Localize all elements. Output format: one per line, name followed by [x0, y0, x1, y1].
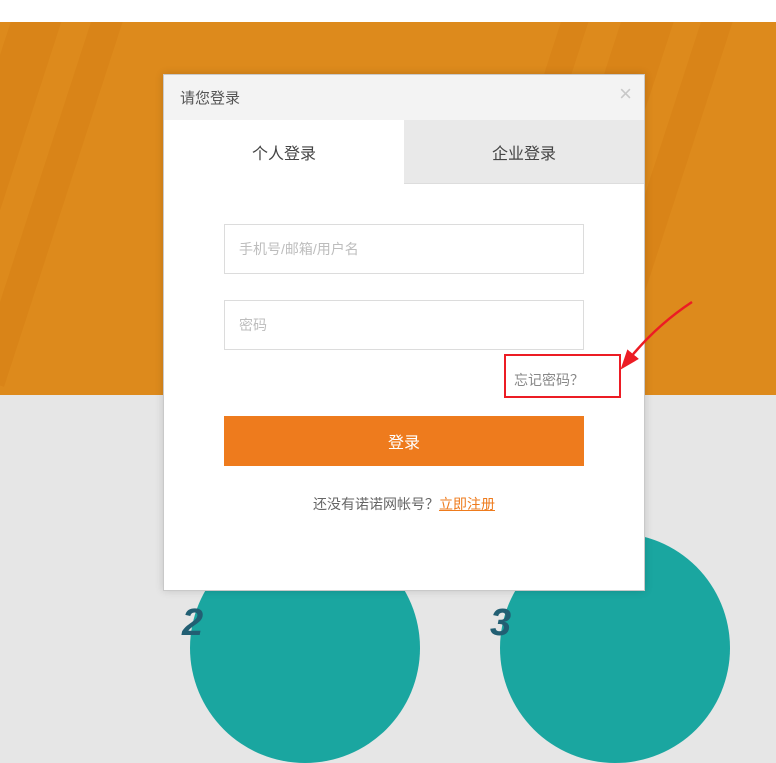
tab-enterprise-login[interactable]: 企业登录	[404, 120, 644, 184]
modal-header: 请您登录 ×	[164, 75, 644, 120]
password-input[interactable]	[224, 300, 584, 350]
username-input[interactable]	[224, 224, 584, 274]
forgot-password-row: 忘记密码？	[224, 370, 584, 390]
login-modal: 请您登录 × 个人登录 企业登录 忘记密码？ 登录 还没有诺诺网帐号？立即注册	[163, 74, 645, 591]
login-form: 忘记密码？ 登录 还没有诺诺网帐号？立即注册	[164, 184, 644, 590]
top-white-bar	[0, 0, 776, 22]
register-prompt-text: 还没有诺诺网帐号？	[313, 496, 439, 512]
step-number-2: 2	[182, 602, 203, 645]
forgot-password-link[interactable]: 忘记密码？	[514, 372, 584, 388]
login-tabs: 个人登录 企业登录	[164, 120, 644, 184]
close-icon[interactable]: ×	[619, 83, 632, 105]
login-button[interactable]: 登录	[224, 416, 584, 466]
register-prompt-row: 还没有诺诺网帐号？立即注册	[224, 466, 584, 560]
modal-title: 请您登录	[180, 90, 240, 107]
register-link[interactable]: 立即注册	[439, 496, 495, 512]
tab-personal-login[interactable]: 个人登录	[164, 120, 404, 184]
step-number-3: 3	[490, 602, 511, 645]
